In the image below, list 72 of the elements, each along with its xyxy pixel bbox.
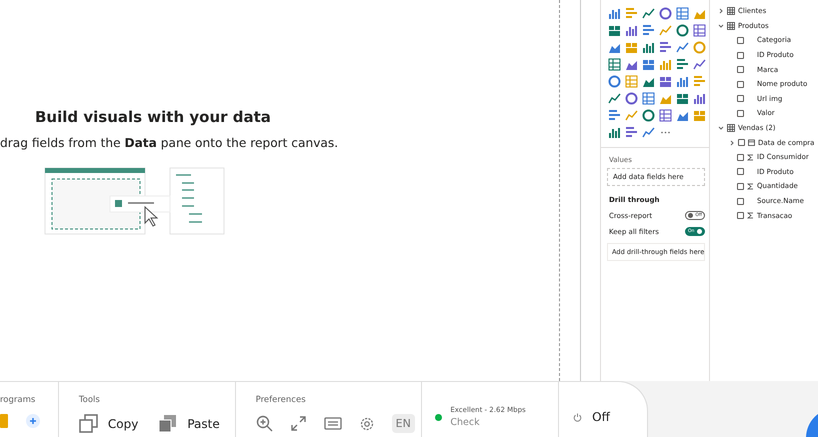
- chart-type-icon[interactable]: [676, 41, 689, 54]
- chart-type-icon[interactable]: [676, 7, 689, 20]
- sigma-icon: [747, 182, 754, 190]
- field-checkbox[interactable]: [738, 139, 745, 146]
- keyboard-icon[interactable]: [324, 417, 342, 430]
- section-label: Tools: [78, 395, 101, 405]
- expand-icon[interactable]: [290, 416, 306, 431]
- field-checkbox[interactable]: [737, 168, 744, 176]
- tool-button[interactable]: Copy: [78, 414, 138, 434]
- chart-type-icon[interactable]: [642, 7, 655, 20]
- chart-type-icon[interactable]: [608, 75, 621, 88]
- chevron-icon[interactable]: [718, 22, 724, 29]
- check-link[interactable]: Check: [450, 417, 526, 428]
- chart-type-icon[interactable]: [642, 58, 655, 71]
- plus-icon: [29, 417, 37, 425]
- sigma-icon: [747, 212, 754, 220]
- chart-type-icon[interactable]: [608, 109, 621, 122]
- language-button[interactable]: EN: [392, 414, 415, 433]
- chart-type-icon[interactable]: [693, 58, 706, 71]
- table-icon: [727, 22, 735, 30]
- chart-type-icon[interactable]: [693, 92, 706, 105]
- tool-button[interactable]: Paste: [158, 414, 220, 434]
- chevron-icon[interactable]: [729, 140, 735, 146]
- field-checkbox[interactable]: [737, 110, 744, 117]
- calendar-icon: [748, 139, 755, 146]
- copy-icon: [78, 414, 99, 434]
- canvas-hint: drag fields from the Data pane onto the report canvas.: [0, 136, 340, 150]
- field-checkbox[interactable]: [737, 52, 744, 59]
- section-label: Preferences: [256, 395, 307, 405]
- chart-type-icon[interactable]: [642, 126, 655, 139]
- chart-type-icon[interactable]: [642, 92, 655, 105]
- table-icon: [727, 7, 735, 16]
- chart-type-icon[interactable]: [608, 58, 621, 71]
- field-checkbox[interactable]: [737, 198, 744, 205]
- field-checkbox[interactable]: [737, 80, 744, 88]
- chart-type-icon[interactable]: [676, 92, 689, 105]
- chart-type-icon[interactable]: [625, 126, 638, 139]
- chart-type-icon[interactable]: [659, 109, 672, 122]
- section-label: rograms: [0, 395, 36, 405]
- chevron-icon[interactable]: [718, 8, 724, 14]
- chart-type-icon[interactable]: [625, 92, 638, 105]
- chart-type-icon[interactable]: [642, 41, 655, 54]
- canvas-heading: Build visuals with your data: [34, 108, 272, 126]
- chart-type-icon[interactable]: [608, 7, 621, 20]
- chart-type-icon[interactable]: [625, 24, 638, 37]
- chart-type-icon[interactable]: [642, 109, 655, 122]
- chart-type-icon[interactable]: [693, 24, 706, 37]
- field-checkbox[interactable]: [737, 154, 744, 161]
- field-checkbox[interactable]: [737, 36, 744, 44]
- field-checkbox[interactable]: [737, 66, 744, 74]
- chart-type-icon[interactable]: [608, 24, 621, 37]
- chart-type-icon[interactable]: [659, 41, 672, 54]
- chart-type-icon[interactable]: [659, 75, 672, 88]
- field-checkbox[interactable]: [737, 182, 744, 190]
- chart-type-icon[interactable]: [676, 58, 689, 71]
- chart-type-icon[interactable]: [676, 75, 689, 88]
- add-button[interactable]: [26, 414, 40, 428]
- zoom-in-icon[interactable]: [256, 415, 273, 432]
- field-checkbox[interactable]: [737, 95, 744, 102]
- paste-icon: [158, 414, 178, 434]
- field-checkbox[interactable]: [737, 212, 744, 220]
- table-icon: [727, 124, 735, 132]
- chart-type-icon[interactable]: [659, 7, 672, 20]
- sigma-icon: [747, 154, 754, 161]
- power-icon: [573, 412, 582, 422]
- chart-type-icon[interactable]: [608, 126, 621, 139]
- settings-icon[interactable]: [360, 416, 374, 430]
- power-toggle[interactable]: Off: [592, 410, 610, 424]
- chart-type-icon[interactable]: [676, 24, 689, 37]
- chart-type-icon[interactable]: [642, 24, 655, 37]
- chart-type-icon[interactable]: [608, 92, 621, 105]
- chevron-icon[interactable]: [718, 125, 724, 132]
